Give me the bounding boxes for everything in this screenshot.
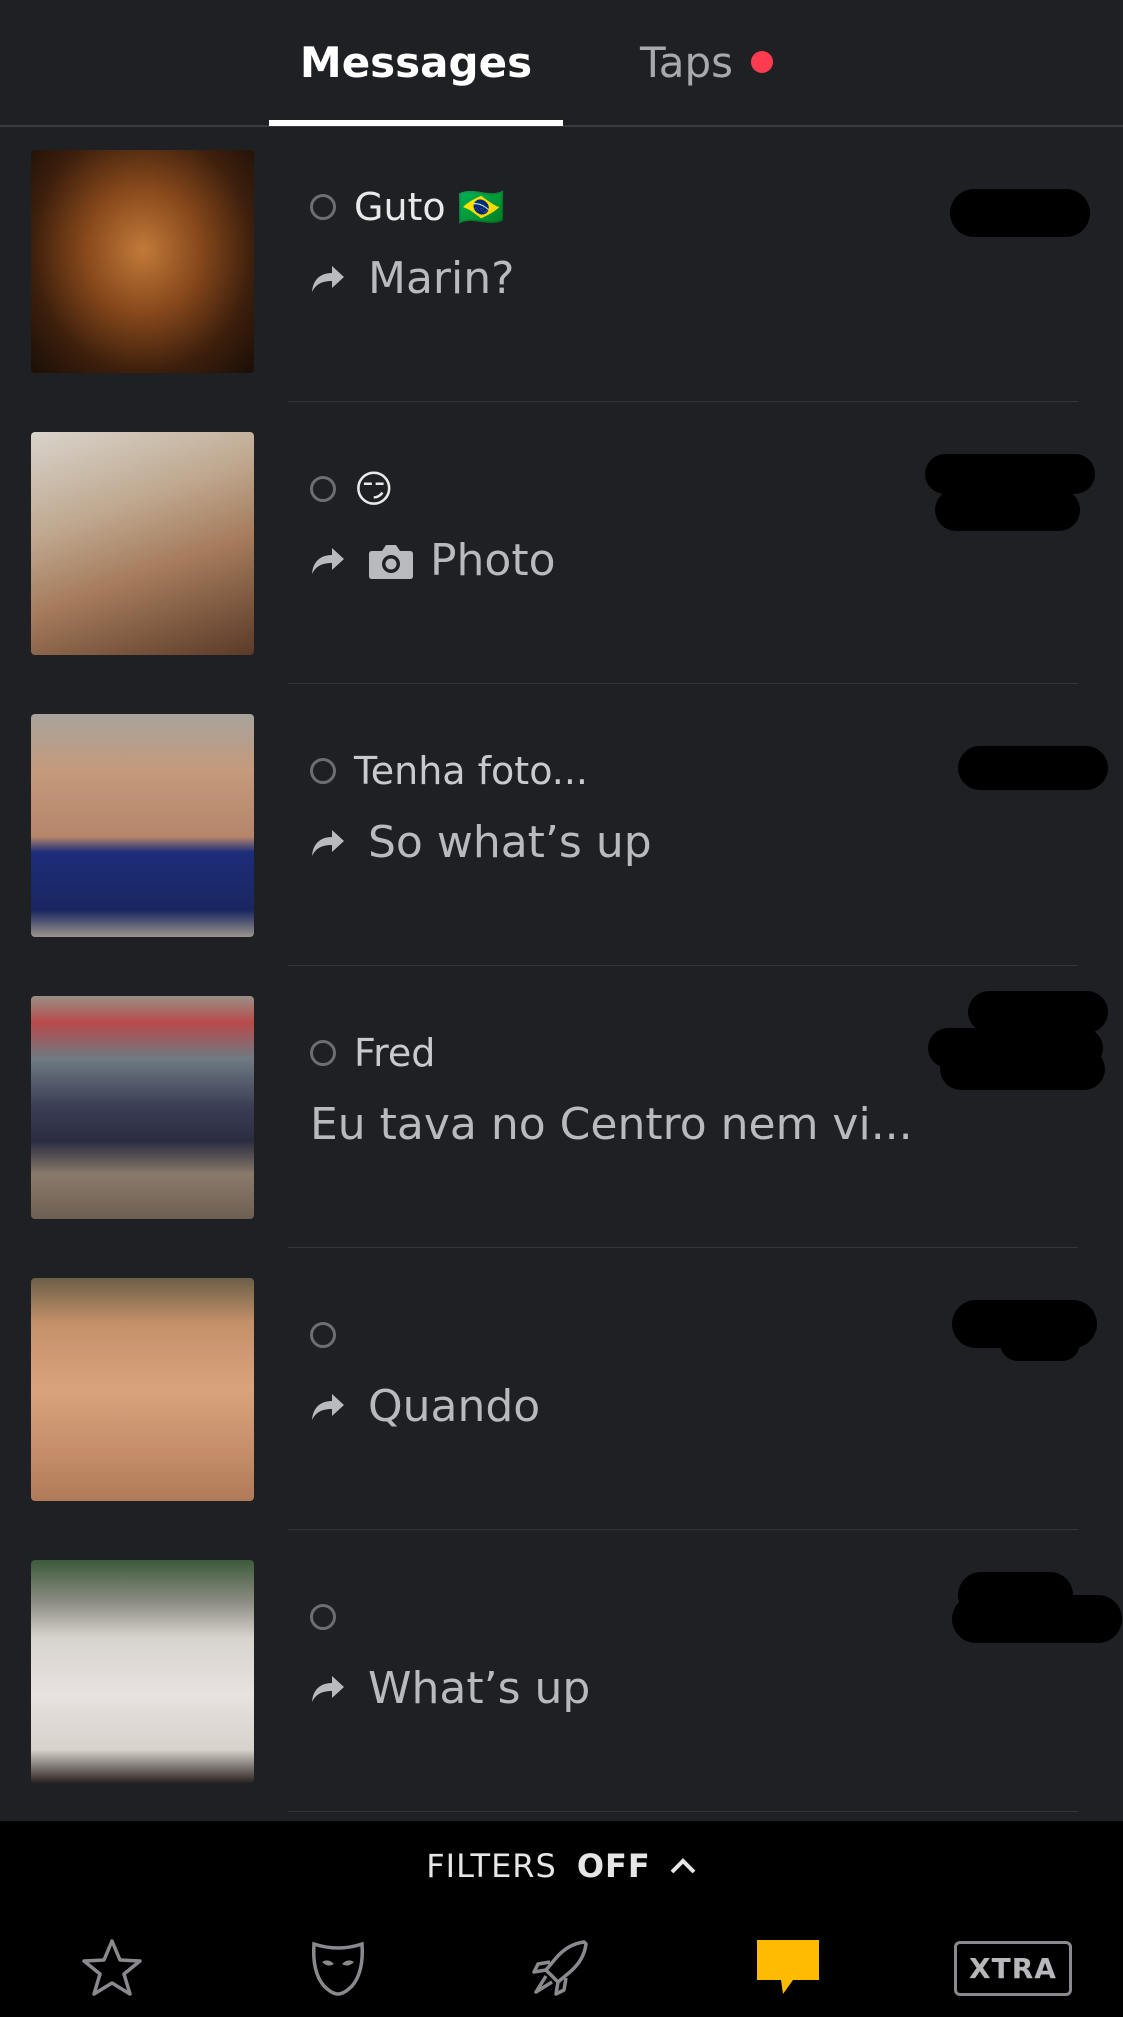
timestamp-redacted — [1000, 1325, 1080, 1361]
conversation-row[interactable]: 😏 Photo — [0, 409, 1123, 691]
conversation-row[interactable]: Fred Eu tava no Centro nem vi... — [0, 973, 1123, 1255]
timestamp-redacted — [925, 454, 1095, 494]
message-preview: Photo — [310, 529, 556, 593]
filters-value: OFF — [576, 1847, 651, 1885]
filters-toggle[interactable]: FILTERS OFF — [0, 1821, 1123, 1911]
timestamp-redacted — [950, 189, 1090, 237]
conversation-row[interactable]: Guto 🇧🇷 Marin? — [0, 127, 1123, 409]
message-text: Eu tava no Centro nem vi... — [310, 1099, 913, 1150]
nav-explore[interactable] — [520, 1933, 600, 2003]
divider — [288, 401, 1078, 402]
conversation-row[interactable]: Tenha foto... So what’s up — [0, 691, 1123, 973]
avatar — [31, 996, 254, 1219]
reply-icon — [312, 266, 344, 292]
rocket-icon — [532, 1940, 588, 1996]
tab-bar: Messages Taps — [0, 0, 1123, 127]
active-tab-indicator — [269, 120, 563, 126]
filters-label: FILTERS — [426, 1847, 557, 1885]
timestamp-redacted — [958, 746, 1108, 790]
camera-icon — [369, 545, 413, 579]
nav-browse[interactable] — [298, 1933, 378, 2003]
tab-messages[interactable]: Messages — [269, 30, 563, 94]
chat-bubble-icon — [757, 1940, 819, 1994]
star-icon — [82, 1939, 142, 1996]
reply-icon — [312, 1394, 344, 1420]
online-status-icon — [310, 1604, 336, 1630]
conversation-row[interactable]: Quando — [0, 1255, 1123, 1537]
avatar — [31, 714, 254, 937]
timestamp-redacted — [935, 489, 1080, 531]
divider — [288, 683, 1078, 684]
message-preview: Marin? — [310, 247, 514, 311]
divider — [288, 1811, 1078, 1812]
message-text: Quando — [368, 1381, 541, 1432]
divider — [288, 1529, 1078, 1530]
timestamp-redacted — [940, 1048, 1105, 1090]
avatar — [31, 432, 254, 655]
bottom-nav: XTRA — [0, 1911, 1123, 2017]
message-text: Photo — [430, 535, 556, 586]
message-preview: What’s up — [310, 1657, 590, 1721]
contact-name: 😏 — [354, 467, 394, 511]
reply-icon — [312, 548, 344, 574]
contact-name: Fred — [354, 1031, 436, 1075]
contact-name: Tenha foto... — [354, 749, 589, 793]
online-status-icon — [310, 1040, 336, 1066]
conversation-row[interactable]: What’s up — [0, 1537, 1123, 1819]
nav-favorites[interactable] — [72, 1933, 152, 2003]
tab-taps-label: Taps — [640, 37, 733, 87]
message-text: So what’s up — [368, 817, 652, 868]
avatar — [31, 150, 254, 373]
online-status-icon — [310, 194, 336, 220]
tab-messages-label: Messages — [299, 37, 533, 87]
nav-messages[interactable] — [746, 1933, 830, 2003]
online-status-icon — [310, 476, 336, 502]
tab-taps[interactable]: Taps — [640, 30, 840, 94]
avatar — [31, 1278, 254, 1501]
message-preview: Eu tava no Centro nem vi... — [310, 1093, 913, 1157]
online-status-icon — [310, 758, 336, 784]
divider — [288, 965, 1078, 966]
mask-icon — [311, 1941, 365, 1996]
reply-icon — [312, 830, 344, 856]
contact-name: Guto 🇧🇷 — [354, 185, 506, 229]
timestamp-redacted — [968, 991, 1108, 1033]
xtra-badge: XTRA — [954, 1940, 1072, 1996]
chevron-up-icon — [670, 1858, 696, 1874]
reply-icon — [312, 1676, 344, 1702]
online-status-icon — [310, 1322, 336, 1348]
message-preview: So what’s up — [310, 811, 652, 875]
message-text: Marin? — [368, 253, 515, 304]
message-preview: Quando — [310, 1375, 540, 1439]
divider — [288, 1247, 1078, 1248]
nav-xtra[interactable]: XTRA — [954, 1933, 1072, 2003]
timestamp-redacted — [952, 1595, 1122, 1643]
avatar — [31, 1560, 254, 1783]
notification-dot — [750, 51, 773, 73]
message-text: What’s up — [368, 1663, 591, 1714]
